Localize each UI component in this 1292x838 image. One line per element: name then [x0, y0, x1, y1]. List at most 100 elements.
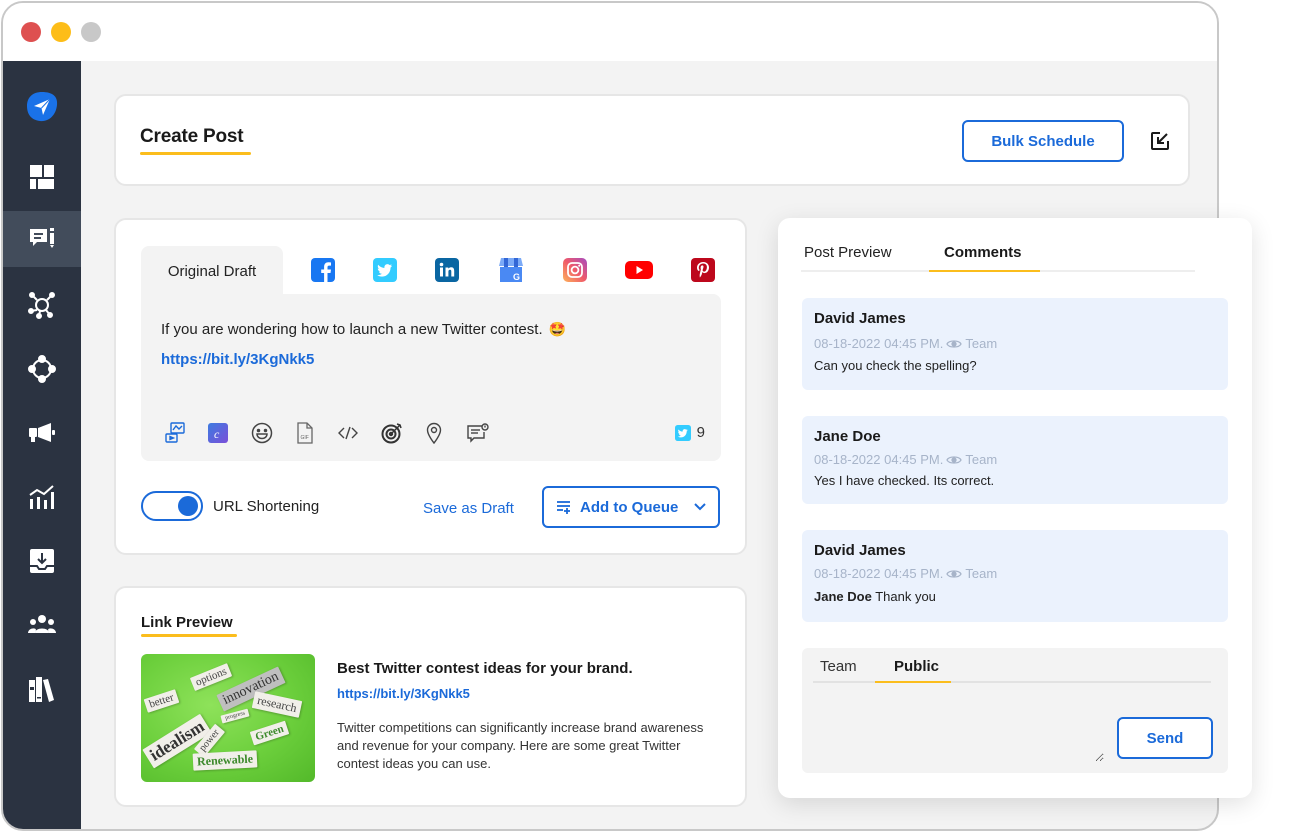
comment-meta: 08-18-2022 04:45 PM. Team — [814, 566, 1216, 581]
svg-text:GIF: GIF — [301, 435, 309, 441]
media-icon[interactable] — [164, 422, 186, 444]
comment-timestamp: 08-18-2022 04:45 PM. — [814, 566, 944, 581]
image-word: research — [251, 691, 303, 718]
post-text[interactable]: If you are wondering how to launch a new… — [161, 321, 566, 338]
reply-tabs-divider — [813, 681, 1211, 683]
inbox-download-icon — [30, 549, 54, 573]
queue-add-icon — [557, 501, 570, 514]
toggle-knob — [178, 496, 198, 516]
close-window-button[interactable] — [21, 22, 41, 42]
reply-tab-public[interactable]: Public — [894, 658, 939, 675]
comment-item: Jane Doe 08-18-2022 04:45 PM. Team Yes I… — [802, 416, 1228, 504]
send-button[interactable]: Send — [1117, 717, 1213, 759]
tab-original-draft[interactable]: Original Draft — [141, 246, 283, 296]
reply-tab-team[interactable]: Team — [820, 658, 857, 675]
linkedin-icon[interactable] — [435, 258, 459, 282]
team-icon — [28, 615, 56, 633]
analytics-icon — [29, 485, 54, 509]
bulk-schedule-button[interactable]: Bulk Schedule — [962, 120, 1124, 162]
image-word: Green — [249, 720, 290, 746]
google-business-icon[interactable]: G — [499, 258, 523, 282]
comment-timestamp: 08-18-2022 04:45 PM. — [814, 336, 944, 351]
comment-text: Yes I have checked. Its correct. — [814, 473, 995, 488]
tab-post-preview[interactable]: Post Preview — [804, 244, 892, 261]
sidebar-item-inbox[interactable] — [3, 533, 81, 589]
compose-card: Original Draft G If you are wondering ho… — [114, 218, 747, 555]
youtube-icon[interactable] — [625, 258, 653, 282]
add-to-queue-button[interactable]: Add to Queue — [542, 486, 720, 528]
sidebar-item-compose[interactable] — [3, 211, 81, 267]
tab-comments[interactable]: Comments — [944, 244, 1022, 261]
location-icon[interactable] — [423, 422, 445, 444]
target-icon[interactable] — [381, 422, 403, 444]
link-preview-description: Twitter competitions can significantly i… — [337, 720, 704, 771]
comment-author: David James — [814, 310, 906, 327]
pinterest-icon[interactable] — [691, 258, 715, 282]
sidebar-item-library[interactable] — [3, 661, 81, 717]
star-struck-emoji: 🤩 — [548, 321, 567, 337]
eye-icon — [946, 455, 963, 464]
link-preview-card: Link Preview better options innovation r… — [114, 586, 747, 807]
maximize-window-button[interactable] — [81, 22, 101, 42]
add-to-queue-label: Add to Queue — [580, 498, 679, 516]
tab-original-draft-label: Original Draft — [167, 262, 257, 280]
image-word: options — [189, 662, 233, 692]
canva-icon[interactable]: c — [207, 422, 229, 444]
post-link[interactable]: https://bit.ly/3KgNkk5 — [161, 351, 314, 368]
paper-plane-logo-icon — [27, 92, 58, 122]
comments-panel: Post Preview Comments David James 08-18-… — [778, 218, 1252, 798]
sidebar-item-team[interactable] — [3, 597, 81, 653]
post-text-content: If you are wondering how to launch a new… — [161, 321, 543, 338]
comment-mention[interactable]: Jane Doe — [814, 589, 872, 604]
post-editor[interactable]: If you are wondering how to launch a new… — [141, 294, 721, 461]
library-icon — [29, 677, 54, 702]
link-preview-url[interactable]: https://bit.ly/3KgNkk5 — [337, 686, 470, 701]
link-preview-underline — [141, 634, 237, 637]
reply-active-tab-indicator — [875, 681, 951, 683]
collapse-arrow-icon[interactable] — [1150, 131, 1170, 151]
nodes-icon — [28, 355, 56, 383]
reply-input[interactable] — [814, 692, 1104, 762]
instagram-icon[interactable] — [563, 258, 587, 282]
code-icon[interactable] — [337, 422, 359, 444]
app-logo[interactable] — [3, 79, 81, 135]
comment-text: Jane Doe Thank you — [814, 589, 1216, 604]
comment-author: David James — [814, 542, 906, 559]
page-title: Create Post — [140, 126, 244, 147]
sidebar-item-network[interactable] — [3, 277, 81, 333]
comment-text: Can you check the spelling? — [814, 358, 977, 373]
comment-meta: 08-18-2022 04:45 PM. Team — [814, 452, 1216, 467]
comment-visibility: Team — [965, 452, 998, 467]
save-as-draft-link[interactable]: Save as Draft — [423, 500, 514, 517]
emoji-icon[interactable] — [251, 422, 273, 444]
megaphone-icon — [29, 423, 55, 442]
title-bar — [3, 3, 1217, 61]
url-shortening-label: URL Shortening — [213, 498, 320, 515]
sidebar-item-dashboard[interactable] — [3, 149, 81, 205]
sidebar-item-nodes[interactable] — [3, 341, 81, 397]
sidebar-item-campaigns[interactable] — [3, 405, 81, 461]
eye-icon — [946, 339, 963, 348]
comment-meta: 08-18-2022 04:45 PM. Team — [814, 336, 1216, 351]
comment-timestamp: 08-18-2022 04:45 PM. — [814, 452, 944, 467]
sidebar-item-analytics[interactable] — [3, 469, 81, 525]
minimize-window-button[interactable] — [51, 22, 71, 42]
compose-icon — [30, 228, 54, 248]
link-preview-headline: Best Twitter contest ideas for your bran… — [337, 660, 633, 677]
chevron-down-icon[interactable] — [694, 503, 706, 511]
twitter-icon[interactable] — [373, 258, 397, 282]
url-shortening-toggle[interactable] — [141, 491, 203, 521]
character-count-value: 9 — [696, 424, 705, 441]
facebook-icon[interactable] — [311, 258, 335, 282]
comment-visibility: Team — [965, 336, 998, 351]
dashboard-icon — [30, 165, 54, 189]
svg-text:G: G — [513, 272, 520, 282]
gif-icon[interactable]: GIF — [294, 422, 316, 444]
image-word: Renewable — [192, 750, 258, 771]
comment-author: Jane Doe — [814, 428, 881, 445]
link-preview-title: Link Preview — [141, 614, 233, 631]
poll-icon[interactable] — [467, 422, 489, 444]
image-word: better — [143, 689, 180, 713]
eye-icon — [946, 569, 963, 578]
sidebar — [3, 61, 81, 829]
